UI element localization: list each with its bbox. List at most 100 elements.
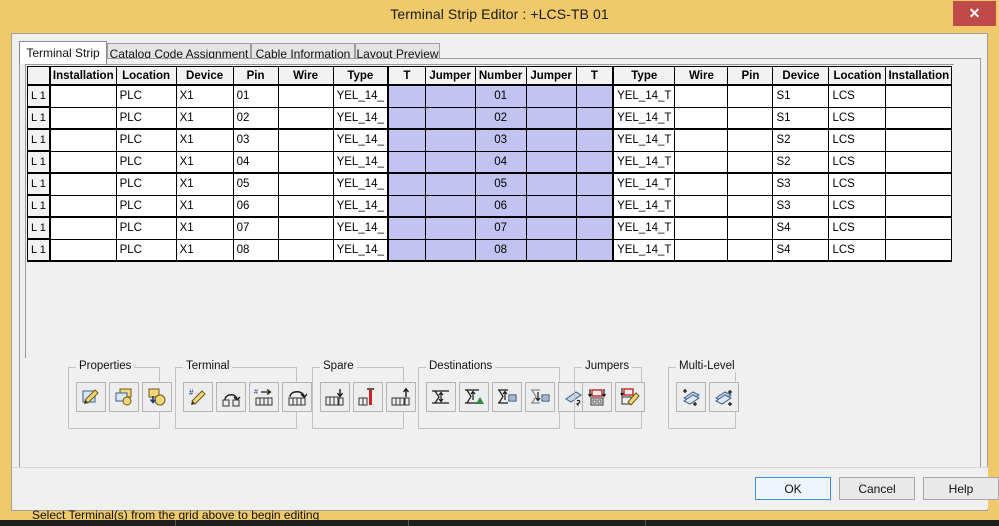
cell-pin-right[interactable]: [727, 150, 774, 174]
close-icon[interactable]: ✕: [953, 1, 996, 26]
cell-wire-left[interactable]: [277, 106, 334, 130]
cell-device-right[interactable]: S3: [772, 172, 830, 196]
cell-device-left[interactable]: X1: [175, 150, 234, 174]
col-type-left[interactable]: Type: [332, 66, 390, 86]
cell-t-right[interactable]: [575, 172, 615, 196]
cell-wire-right[interactable]: [674, 194, 729, 218]
cell-device-right[interactable]: S1: [772, 106, 830, 130]
cell-wire-right[interactable]: [674, 238, 729, 262]
cell-type-right[interactable]: YEL_14_T: [612, 194, 676, 218]
destination-icon[interactable]: [426, 382, 456, 412]
cell-location-left[interactable]: PLC: [115, 216, 177, 240]
cell-t-left[interactable]: [387, 194, 426, 218]
col-pin-right[interactable]: Pin: [727, 66, 774, 86]
cell-wire-right[interactable]: [674, 84, 729, 108]
col-t-right[interactable]: T: [575, 66, 615, 86]
col-location-left[interactable]: Location: [115, 66, 177, 86]
cancel-button[interactable]: Cancel: [839, 477, 915, 500]
cell-wire-right[interactable]: [674, 216, 729, 240]
cell-type-right[interactable]: YEL_14_T: [612, 238, 676, 262]
cell-location-left[interactable]: PLC: [115, 194, 177, 218]
cell-jumper-right[interactable]: [525, 128, 577, 152]
table-row[interactable]: L 1 PLC X1 08 YEL_14_ 08 YEL_14_T S4 LCS: [26, 238, 953, 262]
cell-jumper-left[interactable]: [424, 172, 476, 196]
col-jumper-right[interactable]: Jumper: [525, 66, 577, 86]
cell-pin-right[interactable]: [727, 172, 774, 196]
tab-terminal-strip[interactable]: Terminal Strip: [19, 41, 107, 64]
cell-t-left[interactable]: [387, 216, 426, 240]
col-wire-right[interactable]: Wire: [674, 66, 729, 86]
insert-terminal-icon[interactable]: [216, 382, 246, 412]
cell-type-right[interactable]: YEL_14_T: [612, 216, 676, 240]
cell-t-right[interactable]: [575, 84, 615, 108]
col-jumper-left[interactable]: Jumper: [424, 66, 476, 86]
cell-location-right[interactable]: LCS: [828, 172, 887, 196]
cell-jumper-right[interactable]: [525, 84, 577, 108]
cell-installation-right[interactable]: [885, 194, 953, 218]
edit-properties-icon[interactable]: [76, 382, 106, 412]
cell-number[interactable]: 08: [474, 238, 527, 262]
cell-installation-right[interactable]: [885, 172, 953, 196]
cell-wire-right[interactable]: [674, 128, 729, 152]
delete-spare-icon[interactable]: [353, 382, 383, 412]
cell-jumper-right[interactable]: [525, 106, 577, 130]
col-installation-left[interactable]: Installation: [49, 66, 117, 86]
edit-destination-icon[interactable]: [492, 382, 522, 412]
col-installation-right[interactable]: Installation: [885, 66, 953, 86]
copy-properties-icon[interactable]: [109, 382, 139, 412]
add-destination-icon[interactable]: [459, 382, 489, 412]
cell-location-left[interactable]: PLC: [115, 106, 177, 130]
cell-device-right[interactable]: S4: [772, 238, 830, 262]
assign-properties-icon[interactable]: [142, 382, 172, 412]
cell-pin-left[interactable]: 01: [232, 84, 279, 108]
cell-jumper-right[interactable]: [525, 216, 577, 240]
cell-location-right[interactable]: LCS: [828, 106, 887, 130]
cell-device-left[interactable]: X1: [175, 194, 234, 218]
move-destination-icon[interactable]: [525, 382, 555, 412]
cell-t-right[interactable]: [575, 194, 615, 218]
cell-device-left[interactable]: X1: [175, 238, 234, 262]
col-type-right[interactable]: Type: [612, 66, 676, 86]
cell-pin-left[interactable]: 02: [232, 106, 279, 130]
cell-t-right[interactable]: [575, 238, 615, 262]
cell-installation-left[interactable]: [49, 84, 117, 108]
add-spare-icon[interactable]: [386, 382, 416, 412]
cell-t-right[interactable]: [575, 128, 615, 152]
cell-number[interactable]: 03: [474, 128, 527, 152]
col-device-right[interactable]: Device: [772, 66, 830, 86]
cell-number[interactable]: 01: [474, 84, 527, 108]
cell-location-left[interactable]: PLC: [115, 238, 177, 262]
cell-type-left[interactable]: YEL_14_: [332, 128, 390, 152]
cell-installation-left[interactable]: [49, 216, 117, 240]
cell-number[interactable]: 02: [474, 106, 527, 130]
cell-pin-left[interactable]: 03: [232, 128, 279, 152]
cell-pin-left[interactable]: 05: [232, 172, 279, 196]
cell-type-right[interactable]: YEL_14_T: [612, 150, 676, 174]
cell-wire-left[interactable]: [277, 84, 334, 108]
col-pin-left[interactable]: Pin: [232, 66, 279, 86]
row-level-handle[interactable]: L 1: [26, 150, 51, 174]
terminal-grid-container[interactable]: Installation Location Device Pin Wire Ty…: [25, 64, 954, 358]
row-level-handle[interactable]: L 1: [26, 128, 51, 152]
cell-location-right[interactable]: LCS: [828, 84, 887, 108]
cell-type-left[interactable]: YEL_14_: [332, 172, 390, 196]
cell-installation-left[interactable]: [49, 150, 117, 174]
cell-pin-right[interactable]: [727, 128, 774, 152]
row-level-handle[interactable]: L 1: [26, 194, 51, 218]
cell-pin-right[interactable]: [727, 238, 774, 262]
cell-device-right[interactable]: S2: [772, 150, 830, 174]
cell-jumper-left[interactable]: [424, 150, 476, 174]
cell-location-left[interactable]: PLC: [115, 172, 177, 196]
cell-jumper-left[interactable]: [424, 106, 476, 130]
insert-spare-icon[interactable]: [320, 382, 350, 412]
col-t-left[interactable]: T: [387, 66, 426, 86]
cell-location-right[interactable]: LCS: [828, 150, 887, 174]
cell-installation-right[interactable]: [885, 128, 953, 152]
col-location-right[interactable]: Location: [828, 66, 887, 86]
cell-type-right[interactable]: YEL_14_T: [612, 128, 676, 152]
table-row[interactable]: L 1 PLC X1 07 YEL_14_ 07 YEL_14_T S4 LCS: [26, 216, 953, 240]
cell-location-right[interactable]: LCS: [828, 128, 887, 152]
col-wire-left[interactable]: Wire: [277, 66, 334, 86]
cell-wire-right[interactable]: [674, 150, 729, 174]
cell-number[interactable]: 05: [474, 172, 527, 196]
